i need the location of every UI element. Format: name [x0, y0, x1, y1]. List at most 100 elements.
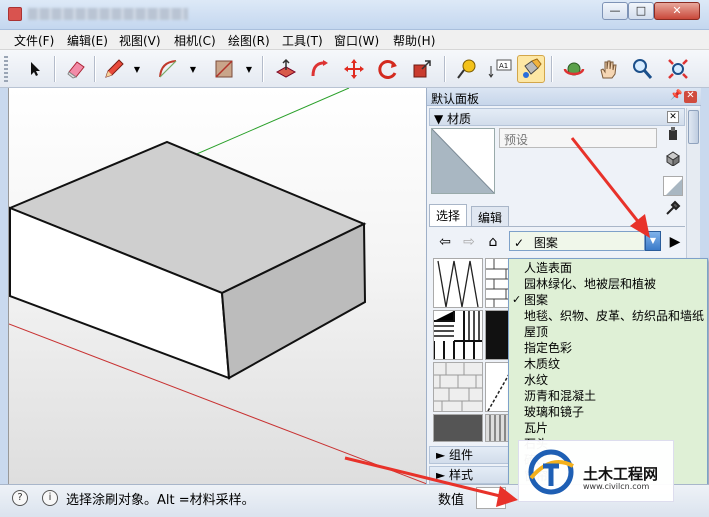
menu-help[interactable]: 帮助(H)	[393, 32, 435, 49]
material-preview-swatch	[431, 128, 495, 194]
menu-draw[interactable]: 绘图(R)	[228, 32, 270, 49]
help-icon[interactable]: ?	[12, 490, 28, 506]
window-title-blurred	[28, 8, 188, 20]
toolbar: ▼ ▼ ▼ A1	[0, 50, 709, 88]
chevron-down-icon[interactable]: ▼	[244, 65, 254, 75]
material-thumb-zigzag[interactable]	[433, 258, 483, 308]
panel-scrollbar-thumb[interactable]	[688, 110, 699, 144]
pin-icon[interactable]: 📌	[670, 90, 682, 101]
toolbar-grip[interactable]	[4, 56, 8, 82]
materials-title: ▼ 材质	[434, 112, 472, 126]
material-thumb-stonewall[interactable]	[433, 362, 483, 412]
materials-section-header[interactable]: ▼ 材质 ✕	[429, 108, 685, 126]
chevron-down-icon[interactable]: ▼	[132, 65, 142, 75]
dropdown-item-label: 玻璃和镜子	[524, 405, 585, 419]
dropdown-item[interactable]: 指定色彩	[509, 340, 707, 356]
menu-file[interactable]: 文件(F)	[14, 32, 54, 49]
details-arrow-icon[interactable]: ▶	[665, 232, 685, 252]
dropdown-item[interactable]: 水纹	[509, 372, 707, 388]
combo-value: 图案	[533, 236, 558, 250]
back-arrow-icon[interactable]: ⇦	[435, 232, 455, 252]
rotate-tool-icon[interactable]	[374, 55, 402, 83]
material-name-field[interactable]: 预设	[499, 128, 657, 148]
dimension-tool-icon[interactable]: A1	[486, 55, 514, 83]
watermark-logo	[528, 449, 574, 495]
dropdown-item-label: 园林绿化、地被层和植被	[524, 277, 657, 291]
dropdown-item[interactable]: 木质纹	[509, 356, 707, 372]
toolbar-separator	[262, 56, 264, 82]
menu-edit[interactable]: 编辑(E)	[67, 32, 108, 49]
panel-title: 默认面板	[431, 92, 480, 106]
dropdown-item[interactable]: 人造表面	[509, 260, 707, 276]
menu-camera[interactable]: 相机(C)	[174, 32, 216, 49]
info-icon[interactable]: i	[42, 490, 58, 506]
home-icon[interactable]: ⌂	[483, 232, 503, 252]
follow-me-tool-icon[interactable]	[306, 55, 334, 83]
tab-edit[interactable]: 编辑	[471, 206, 510, 226]
dimension-tool-label: A1	[499, 62, 508, 70]
forward-arrow-icon[interactable]: ⇨	[459, 232, 479, 252]
toolbar-separator	[444, 56, 446, 82]
dropdown-item-label: 沥青和混凝土	[524, 389, 597, 403]
material-nav-row: ⇦ ⇨ ⌂ ✓ 图案 ▼ ▶	[429, 230, 685, 254]
dropdown-item-label: 瓦片	[524, 421, 549, 435]
toolbar-separator	[54, 56, 56, 82]
material-thumb-herringbone[interactable]	[433, 310, 483, 360]
orbit-tool-icon[interactable]	[560, 55, 588, 83]
tab-divider	[429, 226, 685, 227]
dropdown-item-label: 图案	[524, 293, 549, 307]
status-message: 选择涂刷对象。Alt =材料采样。	[66, 493, 255, 508]
dropdown-item[interactable]: 屋顶	[509, 324, 707, 340]
create-material-icon[interactable]	[663, 126, 683, 146]
tab-select[interactable]: 选择	[429, 204, 468, 226]
menu-tools[interactable]: 工具(T)	[282, 32, 323, 49]
drawing-viewport[interactable]	[8, 88, 426, 484]
scale-tool-icon[interactable]	[408, 55, 436, 83]
zoom-tool-icon[interactable]	[628, 55, 656, 83]
chevron-down-icon[interactable]: ▼	[188, 65, 198, 75]
zoom-extents-tool-icon[interactable]	[664, 55, 692, 83]
combo-check-icon: ✓	[514, 236, 525, 250]
arc-tool-icon[interactable]	[154, 55, 182, 83]
dropdown-item[interactable]: 瓦片	[509, 420, 707, 436]
dropdown-item-label: 水纹	[524, 373, 549, 387]
dropdown-item[interactable]: 园林绿化、地被层和植被	[509, 276, 707, 292]
combo-dropdown-button[interactable]: ▼	[645, 231, 661, 251]
dropdown-item-label: 地毯、织物、皮革、纺织品和墙纸	[524, 309, 705, 323]
material-thumbnail-grid	[433, 258, 513, 442]
move-tool-icon[interactable]	[340, 55, 368, 83]
maximize-button[interactable]: □	[628, 2, 654, 20]
push-pull-tool-icon[interactable]	[272, 55, 300, 83]
minimize-button[interactable]: —	[602, 2, 628, 20]
watermark: 土木工程网 www.civilcn.com	[518, 440, 674, 502]
select-tool-icon[interactable]	[22, 55, 50, 83]
material-library-combo[interactable]: ✓ 图案	[509, 231, 645, 251]
dropdown-item[interactable]: ✓ 图案	[509, 292, 707, 308]
model-canvas[interactable]	[9, 88, 426, 484]
materials-close-icon[interactable]: ✕	[667, 111, 679, 123]
dropdown-item-label: 指定色彩	[524, 341, 573, 355]
menu-window[interactable]: 窗口(W)	[334, 32, 379, 49]
close-button[interactable]: ✕	[654, 2, 700, 20]
eyedropper-icon[interactable]	[663, 200, 683, 220]
material-thumb-granite[interactable]	[433, 414, 483, 442]
measurements-input[interactable]	[476, 487, 506, 509]
toolbar-separator	[551, 56, 553, 82]
eraser-tool-icon[interactable]	[62, 55, 90, 83]
pencil-tool-icon[interactable]	[100, 55, 128, 83]
dropdown-item-label: 人造表面	[524, 261, 573, 275]
sample-paint-icon[interactable]	[663, 150, 683, 170]
tape-measure-tool-icon[interactable]	[452, 55, 480, 83]
paint-bucket-tool-icon[interactable]	[517, 55, 545, 83]
dropdown-item[interactable]: 沥青和混凝土	[509, 388, 707, 404]
panel-close-icon[interactable]: ✕	[684, 91, 697, 103]
menu-view[interactable]: 视图(V)	[119, 32, 161, 49]
secondary-swatch[interactable]	[663, 176, 683, 196]
dropdown-item-label: 木质纹	[524, 357, 561, 371]
rectangle-tool-icon[interactable]	[210, 55, 238, 83]
pan-tool-icon[interactable]	[594, 55, 622, 83]
watermark-text: 土木工程网	[583, 465, 659, 483]
app-icon	[8, 7, 22, 21]
dropdown-item[interactable]: 玻璃和镜子	[509, 404, 707, 420]
dropdown-item[interactable]: 地毯、织物、皮革、纺织品和墙纸	[509, 308, 707, 324]
